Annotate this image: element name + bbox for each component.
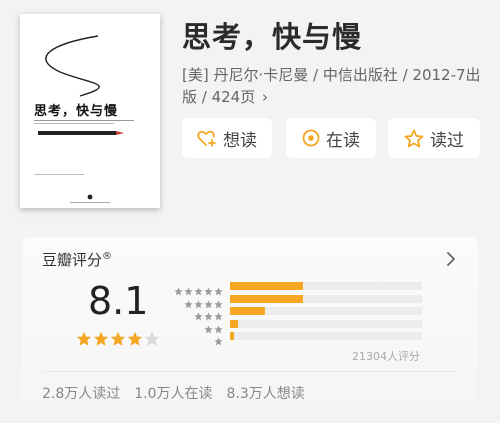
rating-title-text: 豆瓣评分	[42, 251, 103, 269]
star-small-icon	[194, 281, 203, 296]
distribution-bar-track	[230, 294, 422, 303]
want-to-read-label: 想读	[223, 130, 257, 151]
distribution-stars	[194, 306, 224, 321]
star-small-icon	[214, 331, 223, 346]
want-to-read-button[interactable]: 想读	[182, 118, 272, 158]
distribution-bar-fill	[230, 294, 303, 303]
reader-stats: 2.8万人读过 1.0万人在读 8.3万人想读	[42, 383, 319, 403]
rating-score: 8.1	[88, 279, 149, 323]
heart-plus-icon	[197, 129, 217, 147]
reading-button[interactable]: 在读	[286, 118, 376, 158]
book-title: 思考，快与慢	[182, 20, 363, 54]
book-meta[interactable]: [美] 丹尼尔·卡尼曼 / 中信出版社 / 2012-7出版 / 424页 ›	[182, 64, 482, 108]
star-small-icon	[194, 306, 203, 321]
star-small-icon	[194, 294, 203, 308]
distribution-bar-track	[230, 282, 422, 290]
star-small-icon	[204, 306, 213, 321]
star-small-icon	[214, 281, 223, 296]
star-small-icon	[204, 281, 213, 296]
distribution-bar-fill	[230, 282, 303, 290]
star-small-icon	[204, 294, 213, 308]
star-small-icon	[184, 294, 193, 308]
star-small-icon	[184, 281, 193, 296]
distribution-bar-fill	[230, 307, 265, 315]
have-read-label: 读过	[430, 130, 464, 151]
cover-title: 思考，快与慢	[34, 104, 119, 119]
card-divider	[42, 371, 458, 372]
distribution-stars	[214, 331, 224, 346]
rating-count: 21304人评分	[352, 350, 420, 363]
distribution-bar-fill	[230, 332, 234, 340]
star-filled-icon	[127, 331, 143, 347]
stat-reading[interactable]: 1.0万人在读	[134, 383, 212, 403]
star-small-icon	[214, 294, 223, 308]
chevron-right-icon: ›	[262, 88, 269, 106]
distribution-bar-track	[230, 307, 422, 315]
cover-subtitle-lines	[34, 118, 146, 126]
cover-publisher-line	[70, 202, 110, 203]
distribution-stars	[174, 281, 224, 296]
rating-card-title: 豆瓣评分®	[42, 249, 112, 270]
stat-have-read[interactable]: 2.8万人读过	[42, 383, 120, 403]
rating-card[interactable]: 豆瓣评分® 8.1 21304人评分 2.8万人读过 1.0万人在读 8.3万人…	[22, 237, 478, 409]
distribution-bar-track	[230, 319, 422, 328]
star-filled-icon	[93, 331, 109, 347]
stat-want-to-read[interactable]: 8.3万人想读	[227, 383, 305, 403]
distribution-stars	[184, 294, 224, 308]
star-small-icon	[204, 319, 213, 333]
star-small-icon	[214, 319, 223, 333]
distribution-stars	[204, 319, 224, 333]
chevron-right-icon[interactable]	[446, 251, 456, 271]
registered-mark: ®	[102, 251, 113, 262]
star-small-icon	[174, 281, 183, 296]
distribution-bar-track	[230, 332, 422, 340]
reading-label: 在读	[326, 130, 360, 151]
score-stars	[76, 331, 161, 347]
have-read-button[interactable]: 读过	[388, 118, 480, 158]
target-icon	[302, 129, 320, 147]
star-empty-icon	[144, 331, 160, 347]
book-header: 思考，快与慢 思考，快与慢 [美] 丹尼尔·卡尼曼 / 中信出版社 / 2012…	[0, 0, 500, 230]
cover-author-line	[34, 174, 84, 175]
star-small-icon	[214, 306, 223, 321]
star-outline-icon	[404, 129, 424, 148]
book-meta-text: [美] 丹尼尔·卡尼曼 / 中信出版社 / 2012-7出版 / 424页	[182, 66, 481, 106]
star-filled-icon	[76, 331, 92, 347]
book-cover[interactable]: 思考，快与慢	[20, 14, 160, 208]
star-filled-icon	[110, 331, 126, 347]
distribution-bar-fill	[230, 319, 238, 328]
